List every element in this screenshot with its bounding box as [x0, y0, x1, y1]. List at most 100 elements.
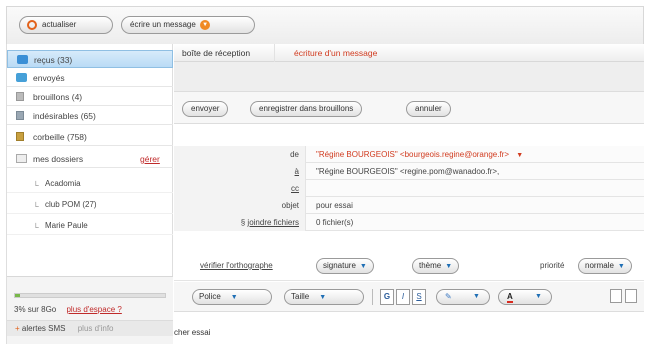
header-strip: [174, 62, 644, 92]
subfolder-item[interactable]: └ club POM (27): [7, 196, 173, 214]
chevron-down-icon: ▼: [516, 152, 524, 159]
draft-icon: [16, 92, 24, 101]
subject-field[interactable]: pour essai: [316, 197, 353, 214]
sidebar-item-my-folders[interactable]: mes dossiers gérer: [7, 150, 173, 168]
sidebar-item-trash[interactable]: corbeille (758): [7, 128, 173, 146]
theme-select[interactable]: thème ▼: [412, 258, 460, 274]
font-label: Police: [199, 292, 221, 301]
chevron-down-icon: ▼: [359, 263, 367, 270]
text-color-button[interactable]: A ▼: [498, 289, 552, 305]
tree-branch-icon: └: [33, 202, 39, 211]
breadcrumb-inbox[interactable]: boîte de réception: [182, 44, 250, 62]
attach-files-link[interactable]: § joindre fichiers: [174, 214, 306, 231]
plus-icon: +: [15, 324, 20, 333]
signature-label: signature: [323, 261, 356, 270]
priority-label: priorité: [540, 261, 565, 270]
format-toolbar: Police ▼ Taille ▼ G I S ✎ ▼ A ▼: [174, 282, 644, 312]
toolbar-divider: [372, 289, 373, 305]
from-label: de: [174, 146, 306, 163]
cc-label[interactable]: cc: [174, 180, 306, 197]
compose-actions: envoyer enregistrer dans brouillons annu…: [174, 92, 644, 124]
text-color-icon: A: [507, 292, 513, 303]
highlight-color-button[interactable]: ✎ ▼: [436, 289, 490, 305]
chevron-down-icon: ▼: [319, 294, 327, 301]
chevron-down-icon: ▼: [230, 294, 238, 301]
message-body[interactable]: cher essai: [174, 328, 210, 337]
inbox-icon: [17, 55, 28, 64]
to-label[interactable]: à: [174, 163, 306, 180]
attach-row: § joindre fichiers 0 fichier(s): [174, 214, 644, 231]
quota-panel: 3% sur 8Go plus d'espace ? + alertes SMS…: [7, 276, 173, 344]
quota-bar-fill: [15, 294, 20, 297]
sms-alerts-label: alertes SMS: [21, 324, 66, 333]
priority-value: normale: [585, 261, 614, 270]
subfolder-label: Acadomia: [45, 179, 81, 188]
quota-usage: 3% sur 8Go: [14, 305, 57, 314]
from-value: "Régine BOURGEOIS" <bourgeois.regine@ora…: [316, 150, 510, 159]
chevron-down-icon: ▼: [200, 19, 211, 30]
size-label: Taille: [291, 292, 310, 301]
spellcheck-link[interactable]: vérifier l'orthographe: [200, 261, 273, 270]
theme-label: thème: [419, 261, 442, 270]
more-space-link[interactable]: plus d'espace ?: [66, 305, 121, 314]
tree-branch-icon: └: [33, 181, 39, 190]
attach-count: 0 fichier(s): [316, 218, 354, 227]
folder-sidebar: reçus (33) envoyés brouillons (4) indési…: [6, 44, 173, 344]
top-toolbar: actualiser écrire un message ▼: [6, 6, 644, 44]
sidebar-item-sent[interactable]: envoyés: [7, 69, 173, 87]
breadcrumb-separator: [274, 44, 286, 62]
folder-icon: [16, 154, 27, 163]
sidebar-item-spam[interactable]: indésirables (65): [7, 107, 173, 125]
manage-folders-link[interactable]: gérer: [140, 150, 160, 168]
from-row: de "Régine BOURGEOIS" <bourgeois.regine@…: [174, 146, 644, 163]
cancel-button[interactable]: annuler: [406, 101, 451, 117]
subfolder-label: Marie Paule: [45, 221, 88, 230]
sent-icon: [16, 73, 27, 82]
sidebar-item-label: envoyés: [33, 73, 65, 83]
subject-label: objet: [174, 197, 306, 214]
subfolder-item[interactable]: └ Acadomia: [7, 175, 173, 193]
sms-alerts-row[interactable]: + alertes SMS plus d'info: [7, 320, 173, 336]
tree-branch-icon: └: [33, 223, 39, 232]
sidebar-item-label: indésirables (65): [33, 111, 96, 121]
breadcrumb-current: écriture d'un message: [294, 48, 378, 58]
sidebar-item-label: reçus (33): [34, 55, 73, 65]
compose-panel: boîte de réception écriture d'un message…: [174, 44, 644, 344]
size-select[interactable]: Taille ▼: [284, 289, 364, 305]
sidebar-item-inbox[interactable]: reçus (33): [7, 50, 173, 68]
refresh-button[interactable]: actualiser: [19, 16, 113, 34]
chevron-down-icon: ▼: [535, 293, 542, 300]
send-button[interactable]: envoyer: [182, 101, 229, 117]
to-row: à "Régine BOURGEOIS" <regine.pom@wanadoo…: [174, 163, 644, 180]
subfolder-item[interactable]: └ Marie Paule: [7, 217, 173, 235]
spam-icon: [16, 111, 24, 120]
numbered-list-icon[interactable]: [625, 289, 637, 303]
underline-button[interactable]: S: [412, 289, 426, 305]
save-draft-button[interactable]: enregistrer dans brouillons: [250, 101, 363, 117]
sidebar-item-label: mes dossiers: [33, 154, 84, 164]
from-select[interactable]: "Régine BOURGEOIS" <bourgeois.regine@ora…: [316, 146, 523, 164]
bulleted-list-icon[interactable]: [610, 289, 622, 303]
sms-more-info-link[interactable]: plus d'info: [78, 324, 114, 333]
breadcrumb: boîte de réception écriture d'un message: [174, 44, 644, 62]
write-message-label: écrire un message: [130, 20, 196, 29]
chevron-down-icon: ▼: [617, 263, 625, 270]
refresh-label: actualiser: [42, 20, 77, 29]
to-field[interactable]: "Régine BOURGEOIS" <regine.pom@wanadoo.f…: [316, 163, 499, 180]
subfolder-label: club POM (27): [45, 200, 97, 209]
sidebar-item-label: brouillons (4): [33, 92, 83, 102]
bold-button[interactable]: G: [380, 289, 394, 305]
highlighter-icon: ✎: [445, 292, 452, 301]
font-select[interactable]: Police ▼: [192, 289, 272, 305]
trash-icon: [16, 132, 24, 141]
subject-row: objet pour essai: [174, 197, 644, 214]
quota-bar: [14, 293, 166, 298]
italic-button[interactable]: I: [396, 289, 410, 305]
chevron-down-icon: ▼: [445, 263, 453, 270]
write-message-button[interactable]: écrire un message ▼: [121, 16, 255, 34]
quota-text: 3% sur 8Go plus d'espace ?: [14, 305, 122, 314]
priority-select[interactable]: normale ▼: [578, 258, 632, 274]
sidebar-item-drafts[interactable]: brouillons (4): [7, 88, 173, 106]
compose-tools: vérifier l'orthographe signature ▼ thème ▼…: [174, 251, 644, 281]
signature-select[interactable]: signature ▼: [316, 258, 374, 274]
